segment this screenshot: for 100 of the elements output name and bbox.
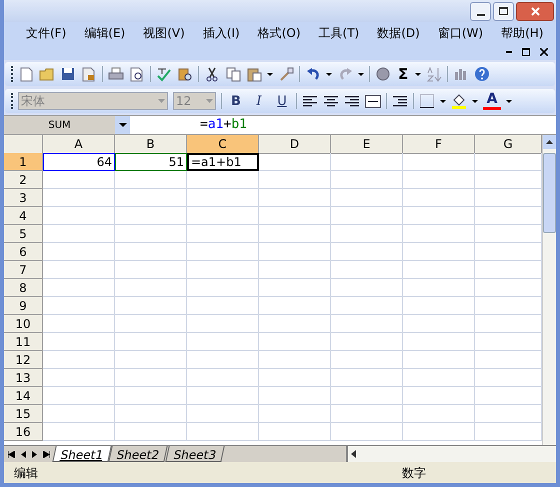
caret-icon[interactable] — [472, 100, 478, 102]
table-cell[interactable] — [43, 261, 115, 279]
italic-button[interactable]: I — [250, 94, 268, 108]
table-cell[interactable] — [115, 387, 187, 405]
first-sheet-icon[interactable] — [8, 450, 15, 458]
borders-icon[interactable] — [419, 93, 435, 109]
table-cell[interactable] — [259, 297, 331, 315]
print-preview-icon[interactable] — [129, 66, 145, 82]
table-cell[interactable] — [187, 405, 259, 423]
sheet-tab[interactable]: Sheet2 — [108, 446, 168, 462]
table-cell[interactable] — [115, 225, 187, 243]
table-cell[interactable] — [331, 405, 403, 423]
menu-item[interactable]: 视图(V) — [143, 24, 185, 42]
table-cell[interactable] — [403, 207, 475, 225]
table-cell[interactable] — [43, 243, 115, 261]
row-header[interactable]: 2 — [4, 171, 43, 189]
table-cell[interactable] — [259, 261, 331, 279]
table-cell[interactable] — [259, 189, 331, 207]
maximize-button[interactable] — [493, 2, 514, 20]
table-cell[interactable] — [187, 351, 259, 369]
row-header[interactable]: 11 — [4, 333, 43, 351]
table-cell[interactable] — [403, 333, 475, 351]
table-cell[interactable] — [403, 243, 475, 261]
previous-sheet-icon[interactable] — [21, 450, 26, 458]
menu-item[interactable]: 编辑(E) — [84, 24, 126, 42]
table-cell[interactable] — [187, 225, 259, 243]
table-cell[interactable] — [187, 279, 259, 297]
table-cell[interactable] — [187, 333, 259, 351]
clipboard-icon[interactable] — [246, 66, 262, 82]
row-header[interactable]: 1 — [4, 153, 43, 171]
column-header[interactable]: D — [259, 135, 331, 154]
caret-icon[interactable] — [326, 72, 332, 76]
table-cell[interactable] — [43, 315, 115, 333]
align-left-icon[interactable] — [302, 93, 318, 109]
table-cell[interactable] — [115, 261, 187, 279]
table-cell[interactable] — [403, 171, 475, 189]
table-cell[interactable] — [259, 171, 331, 189]
next-sheet-icon[interactable] — [32, 450, 37, 458]
table-cell[interactable] — [331, 423, 403, 441]
column-header[interactable]: C — [187, 135, 259, 154]
column-header[interactable]: B — [115, 135, 187, 154]
sheet-tab[interactable]: Sheet1 — [52, 446, 112, 462]
table-cell[interactable] — [259, 423, 331, 441]
row-header[interactable]: 9 — [4, 297, 43, 315]
table-cell[interactable] — [259, 225, 331, 243]
table-cell[interactable] — [43, 225, 115, 243]
sheet-tab[interactable]: Sheet3 — [164, 446, 225, 462]
table-cell[interactable] — [115, 333, 187, 351]
table-cell[interactable] — [259, 243, 331, 261]
table-cell[interactable]: =a1+b1 — [187, 153, 259, 171]
table-cell[interactable] — [187, 171, 259, 189]
table-cell[interactable] — [43, 297, 115, 315]
table-cell[interactable] — [187, 423, 259, 441]
table-cell[interactable] — [259, 333, 331, 351]
copy-icon[interactable] — [225, 66, 241, 82]
scissors-icon[interactable] — [204, 66, 220, 82]
close-icon[interactable] — [540, 48, 548, 56]
table-cell[interactable] — [403, 405, 475, 423]
save-icon[interactable] — [60, 66, 76, 82]
align-center-icon[interactable] — [323, 93, 339, 109]
menu-item[interactable]: 插入(I) — [202, 24, 240, 42]
table-cell[interactable] — [331, 333, 403, 351]
table-cell[interactable]: 64 — [43, 153, 115, 171]
table-cell[interactable] — [115, 405, 187, 423]
table-cell[interactable] — [115, 171, 187, 189]
table-cell[interactable] — [331, 279, 403, 297]
table-cell[interactable] — [259, 351, 331, 369]
underline-button[interactable]: U — [273, 94, 291, 108]
row-header[interactable]: 8 — [4, 279, 43, 297]
row-header[interactable]: 10 — [4, 315, 43, 333]
table-cell[interactable] — [331, 153, 403, 171]
table-cell[interactable] — [187, 297, 259, 315]
table-cell[interactable] — [331, 225, 403, 243]
row-header[interactable]: 5 — [4, 225, 43, 243]
table-cell[interactable] — [259, 315, 331, 333]
table-cell[interactable] — [331, 243, 403, 261]
table-cell[interactable] — [403, 297, 475, 315]
table-cell[interactable] — [403, 315, 475, 333]
new-document-icon[interactable] — [18, 66, 34, 82]
table-cell[interactable] — [259, 207, 331, 225]
align-right-icon[interactable] — [344, 93, 360, 109]
table-cell[interactable] — [403, 189, 475, 207]
table-cell[interactable] — [43, 423, 115, 441]
table-cell[interactable] — [331, 207, 403, 225]
table-cell[interactable] — [403, 279, 475, 297]
row-header[interactable]: 12 — [4, 351, 43, 369]
caret-icon[interactable] — [415, 72, 422, 76]
table-cell[interactable] — [115, 189, 187, 207]
merge-center-icon[interactable] — [365, 93, 381, 109]
table-cell[interactable] — [43, 405, 115, 423]
sort-ascending-icon[interactable] — [426, 66, 442, 82]
printer-icon[interactable] — [108, 66, 124, 82]
menu-item[interactable]: 格式(O) — [258, 24, 301, 42]
menu-item[interactable]: 窗口(W) — [438, 24, 484, 42]
table-cell[interactable] — [187, 387, 259, 405]
table-cell[interactable] — [259, 405, 331, 423]
caret-icon[interactable] — [267, 72, 273, 76]
restore-icon[interactable] — [522, 48, 530, 56]
table-cell[interactable] — [43, 189, 115, 207]
menu-item[interactable]: 文件(F) — [26, 24, 66, 42]
